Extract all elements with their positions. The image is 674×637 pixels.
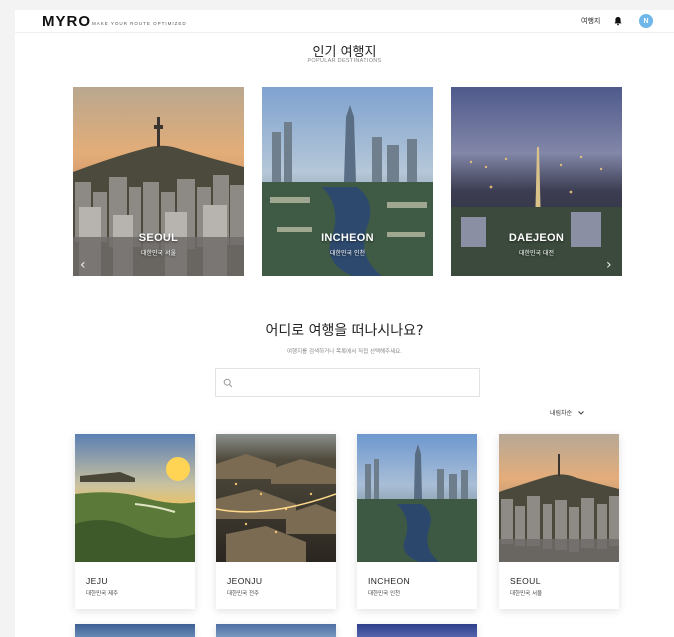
popular-card-region: 대한민국 서울	[140, 250, 177, 257]
destination-city: SEOUL	[510, 576, 541, 586]
popular-card-region: 대한민국 인천	[329, 250, 366, 257]
destination-card-peek[interactable]	[357, 624, 477, 637]
search-icon	[223, 378, 233, 388]
chevron-down-icon	[578, 410, 584, 415]
incheon-photo	[357, 434, 477, 562]
sort-label: 내림차순	[550, 410, 573, 417]
destination-card-jeonju[interactable]: JEONJU 대한민국 전주	[216, 434, 336, 609]
destination-card-peek[interactable]	[216, 624, 336, 637]
popular-card-city: DAEJEON	[508, 232, 565, 244]
destination-city: JEONJU	[227, 576, 263, 586]
search-title: 어디로 여행을 떠나시나요?	[265, 323, 424, 339]
destination-card-incheon[interactable]: INCHEON 대한민국 인천	[357, 434, 477, 609]
destination-region: 대한민국 서울	[510, 591, 543, 597]
popular-card-seoul[interactable]: ‹ SEOUL 대한민국 서울	[73, 87, 244, 276]
popular-card-incheon[interactable]: INCHEON 대한민국 인천	[262, 87, 433, 276]
jeju-photo	[75, 434, 195, 562]
search-box[interactable]	[215, 368, 480, 397]
destination-region: 대한민국 제주	[86, 591, 119, 597]
logo-tagline: MAKE YOUR ROUTE OPTIMIZED	[92, 21, 187, 26]
destination-city: INCHEON	[368, 576, 410, 586]
jeonju-photo	[216, 434, 336, 562]
bell-icon[interactable]	[613, 16, 623, 26]
popular-card-city: SEOUL	[138, 232, 179, 244]
popular-card-region: 대한민국 대전	[518, 250, 555, 257]
destination-card-peek[interactable]	[75, 624, 195, 637]
popular-subtitle: POPULAR DESTINATIONS	[307, 58, 382, 64]
avatar[interactable]: N	[639, 14, 653, 28]
carousel-next-icon[interactable]: ›	[606, 258, 616, 272]
nav-link-destinations[interactable]: 여행지	[581, 16, 600, 26]
page: MYRO MAKE YOUR ROUTE OPTIMIZED 여행지 N 인기 …	[15, 10, 674, 637]
popular-card-city: INCHEON	[321, 232, 374, 244]
search-subtitle: 여행지를 검색하거나 목록에서 직접 선택해주세요.	[286, 349, 402, 355]
top-header: MYRO MAKE YOUR ROUTE OPTIMIZED 여행지 N	[15, 10, 674, 33]
sort-dropdown[interactable]: 내림차순	[550, 408, 584, 417]
destination-card-seoul[interactable]: SEOUL 대한민국 서울	[499, 434, 619, 609]
popular-card-daejeon[interactable]: › DAEJEON 대한민국 대전	[451, 87, 622, 276]
search-input[interactable]	[238, 375, 473, 391]
destination-region: 대한민국 전주	[227, 591, 260, 597]
logo[interactable]: MYRO	[42, 13, 91, 30]
seoul-photo	[499, 434, 619, 562]
destination-card-jeju[interactable]: JEJU 대한민국 제주	[75, 434, 195, 609]
carousel-prev-icon[interactable]: ‹	[80, 258, 90, 272]
destination-region: 대한민국 인천	[368, 591, 401, 597]
destination-city: JEJU	[86, 576, 108, 586]
